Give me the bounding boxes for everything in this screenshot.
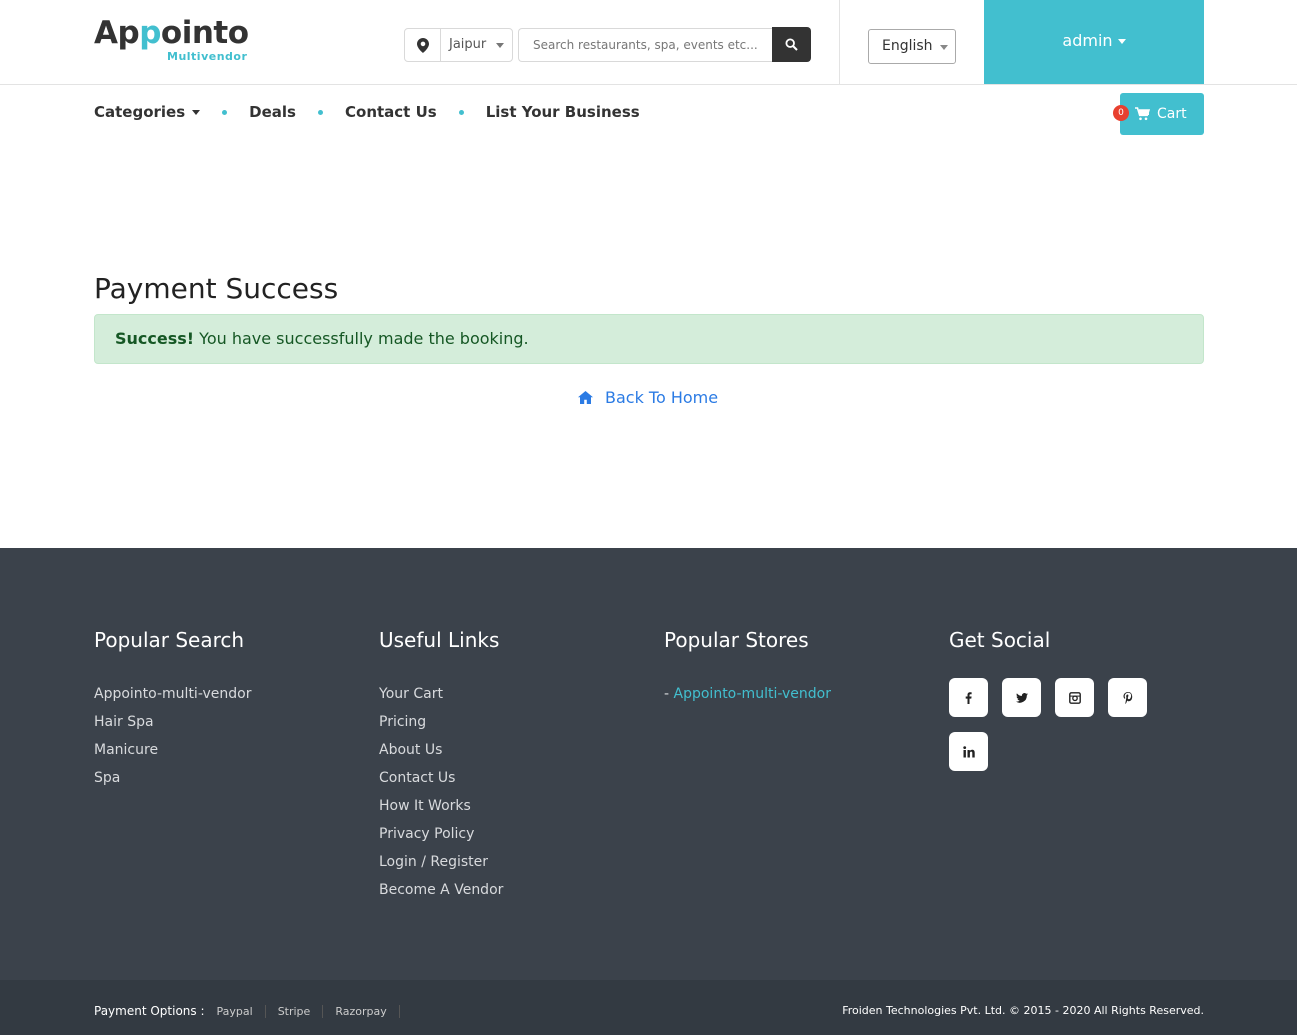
twitter-icon (1015, 692, 1028, 703)
chevron-down-icon (1117, 39, 1126, 44)
footer-link[interactable]: Appointo-multi-vendor (94, 680, 251, 708)
language-select[interactable]: English (868, 29, 956, 64)
nav-separator (458, 109, 464, 115)
footer-popular-search: Popular Search Appointo-multi-vendor Hai… (94, 628, 251, 792)
payment-option: Razorpay (323, 1004, 400, 1018)
footer-link[interactable]: Manicure (94, 736, 251, 764)
footer: Popular Search Appointo-multi-vendor Hai… (0, 548, 1297, 980)
footer-get-social: Get Social (949, 628, 1147, 771)
logo-wordmark: Appointo (94, 15, 249, 51)
linkedin-icon (962, 745, 975, 757)
footer-heading: Popular Stores (664, 628, 809, 652)
search-input[interactable] (518, 28, 773, 62)
instagram-icon (1068, 691, 1081, 704)
chevron-down-icon (940, 45, 948, 50)
home-icon (578, 391, 593, 404)
cart-icon (1135, 107, 1150, 121)
payment-options-label: Payment Options : (94, 1004, 205, 1018)
footer-link[interactable]: Pricing (379, 708, 503, 736)
location-select[interactable]: Jaipur (404, 28, 513, 62)
nav-categories[interactable]: Categories (94, 103, 201, 121)
footer-link[interactable]: Become A Vendor (379, 876, 503, 904)
chevron-down-icon (192, 110, 201, 115)
nav-separator (222, 109, 228, 115)
footer-link[interactable]: Spa (94, 764, 251, 792)
nav-deals[interactable]: Deals (249, 103, 296, 121)
user-name: admin (1062, 31, 1113, 50)
payment-option: Stripe (266, 1004, 324, 1018)
footer-link[interactable]: Hair Spa (94, 708, 251, 736)
nav-separator (318, 109, 323, 115)
store-list-item: - Appointo-multi-vendor (664, 686, 831, 702)
pinterest-icon (1123, 691, 1132, 704)
footer-link[interactable]: Your Cart (379, 680, 503, 708)
copyright-text: Froiden Technologies Pvt. Ltd. © 2015 - … (842, 1004, 1204, 1017)
location-value: Jaipur (449, 37, 487, 52)
alert-message: You have successfully made the booking. (194, 329, 529, 348)
cart-label: Cart (1157, 106, 1187, 122)
twitter-button[interactable] (1002, 678, 1041, 717)
footer-heading: Useful Links (379, 628, 500, 652)
facebook-icon (965, 691, 972, 704)
facebook-button[interactable] (949, 678, 988, 717)
footer-useful-links: Useful Links Your Cart Pricing About Us … (379, 628, 503, 904)
footer-heading: Get Social (949, 628, 1051, 652)
nav-contact-us[interactable]: Contact Us (345, 103, 437, 121)
cart-count-badge: 0 (1113, 105, 1129, 121)
pinterest-button[interactable] (1108, 678, 1147, 717)
chevron-down-icon (496, 43, 504, 48)
user-menu[interactable]: admin (984, 0, 1204, 84)
cart-button[interactable]: Cart (1120, 93, 1204, 135)
footer-link[interactable]: Login / Register (379, 848, 503, 876)
footer-link[interactable]: Privacy Policy (379, 820, 503, 848)
logo-subtitle: Multivendor (167, 50, 248, 63)
language-value: English (882, 38, 933, 54)
nav-list-your-business[interactable]: List Your Business (486, 103, 640, 121)
footer-link[interactable]: About Us (379, 736, 503, 764)
top-header: Appointo Multivendor Jaipur English admi… (0, 0, 1297, 85)
search-icon (785, 38, 798, 51)
linkedin-button[interactable] (949, 732, 988, 771)
footer-link[interactable]: How It Works (379, 792, 503, 820)
footer-popular-stores: Popular Stores - Appointo-multi-vendor (664, 628, 831, 708)
main-nav: Categories Deals Contact Us List Your Bu… (94, 103, 640, 121)
search-button[interactable] (772, 27, 811, 62)
instagram-button[interactable] (1055, 678, 1094, 717)
header-divider (839, 0, 840, 84)
back-to-home-label: Back To Home (605, 388, 719, 407)
success-alert: Success! You have successfully made the … (94, 314, 1204, 364)
social-buttons (949, 678, 1147, 771)
map-pin-icon (405, 29, 441, 61)
store-link[interactable]: Appointo-multi-vendor (674, 686, 831, 702)
back-to-home-link[interactable]: Back To Home (578, 388, 718, 407)
logo[interactable]: Appointo Multivendor (94, 15, 249, 63)
page-title: Payment Success (94, 272, 339, 305)
payment-options: Payment Options : Paypal Stripe Razorpay (94, 1004, 400, 1018)
footer-heading: Popular Search (94, 628, 245, 652)
bottom-bar: Payment Options : Paypal Stripe Razorpay… (0, 980, 1297, 1035)
footer-link[interactable]: Contact Us (379, 764, 503, 792)
alert-strong: Success! (115, 329, 195, 348)
payment-option: Paypal (205, 1004, 266, 1018)
